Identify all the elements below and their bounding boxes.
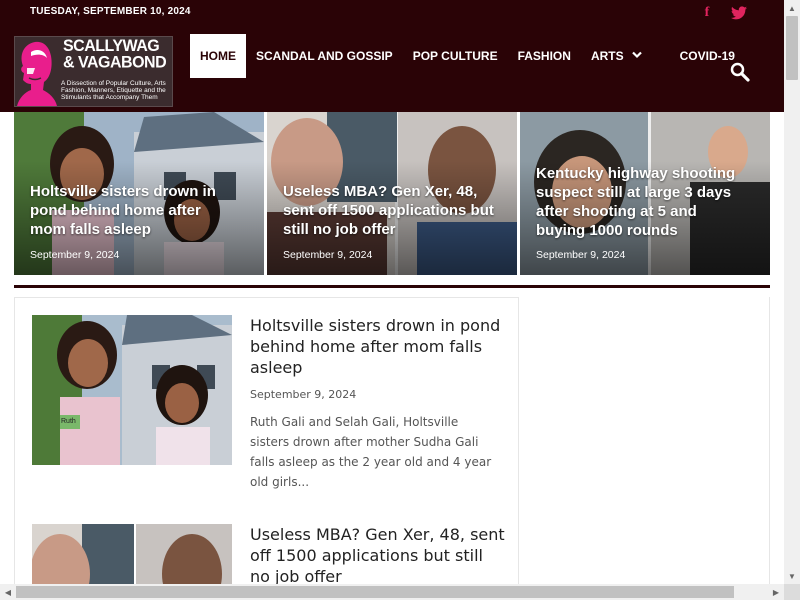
nav-item-arts[interactable]: ARTS <box>581 34 670 78</box>
scroll-left-arrow-icon[interactable]: ◀ <box>0 584 16 600</box>
horizontal-scroll-thumb[interactable] <box>16 586 734 598</box>
nav-item-label: ARTS <box>590 49 624 63</box>
hero-tile-3[interactable]: Kentucky highway shooting suspect still … <box>520 112 770 275</box>
post-thumbnail[interactable]: Ruth <box>32 315 232 465</box>
nav-item-label: COVID-19 <box>679 49 735 63</box>
twitter-icon[interactable] <box>730 4 748 22</box>
logo-face-icon <box>17 41 57 106</box>
nav-item-pop-culture[interactable]: POP CULTURE <box>403 34 508 78</box>
hero-tile-2[interactable]: Useless MBA? Gen Xer, 48, sent off 1500 … <box>267 112 517 275</box>
chevron-down-icon <box>631 51 642 62</box>
post-title[interactable]: Useless MBA? Gen Xer, 48, sent off 1500 … <box>250 524 505 587</box>
header-date: TUESDAY, SEPTEMBER 10, 2024 <box>30 6 191 17</box>
name-tag-badge: Ruth <box>61 418 76 425</box>
nav-item-label: FASHION <box>517 49 571 63</box>
hero-title: Useless MBA? Gen Xer, 48, sent off 1500 … <box>283 183 494 238</box>
post-excerpt: Ruth Gali and Selah Gali, Holtsville sis… <box>250 415 492 489</box>
facebook-icon[interactable]: f <box>700 4 714 22</box>
nav-item-scandal-and-gossip[interactable]: SCANDAL AND GOSSIP <box>246 34 403 78</box>
nav-item-label: HOME <box>200 49 236 63</box>
post-date: September 9, 2024 <box>250 388 357 401</box>
scroll-up-arrow-icon[interactable]: ▲ <box>784 0 800 16</box>
site-logo[interactable]: SCALLYWAG & VAGABOND A Dissection of Pop… <box>14 36 173 107</box>
logo-title-line1: SCALLYWAG <box>63 37 160 55</box>
vertical-scrollbar[interactable] <box>784 0 800 584</box>
hero-title: Holtsville sisters drown in pond behind … <box>30 183 216 238</box>
main-nav: HOME SCANDAL AND GOSSIP POP CULTURE FASH… <box>190 34 745 78</box>
hero-date: September 9, 2024 <box>30 249 120 261</box>
hero-date: September 9, 2024 <box>536 249 626 261</box>
nav-item-fashion[interactable]: FASHION <box>508 34 581 78</box>
post-title[interactable]: Holtsville sisters drown in pond behind … <box>250 315 505 378</box>
post-thumbnail-image <box>32 315 232 465</box>
hero-tile-1[interactable]: Holtsville sisters drown in pond behind … <box>14 112 264 275</box>
sidebar-column <box>519 297 770 600</box>
scroll-right-arrow-icon[interactable]: ▶ <box>768 584 784 600</box>
hero-date: September 9, 2024 <box>283 249 373 261</box>
logo-tagline: A Dissection of Popular Culture, Arts Fa… <box>61 80 166 101</box>
logo-title-line2: & VAGABOND <box>63 53 167 72</box>
scrollbar-corner <box>784 584 800 600</box>
hero-title: Kentucky highway shooting suspect still … <box>536 165 736 239</box>
nav-item-label: POP CULTURE <box>412 49 498 63</box>
scroll-down-arrow-icon[interactable]: ▼ <box>784 568 800 584</box>
nav-item-label: SCANDAL AND GOSSIP <box>256 49 393 63</box>
site-header: TUESDAY, SEPTEMBER 10, 2024 f SCALLYWAG … <box>0 0 784 112</box>
section-divider <box>14 285 770 288</box>
post-list: Ruth Holtsville sisters drown in pond be… <box>14 297 519 600</box>
vertical-scroll-thumb[interactable] <box>786 16 798 80</box>
logo-title: SCALLYWAG & VAGABOND <box>63 37 167 72</box>
search-icon[interactable] <box>730 62 750 82</box>
nav-item-home[interactable]: HOME <box>190 34 246 78</box>
